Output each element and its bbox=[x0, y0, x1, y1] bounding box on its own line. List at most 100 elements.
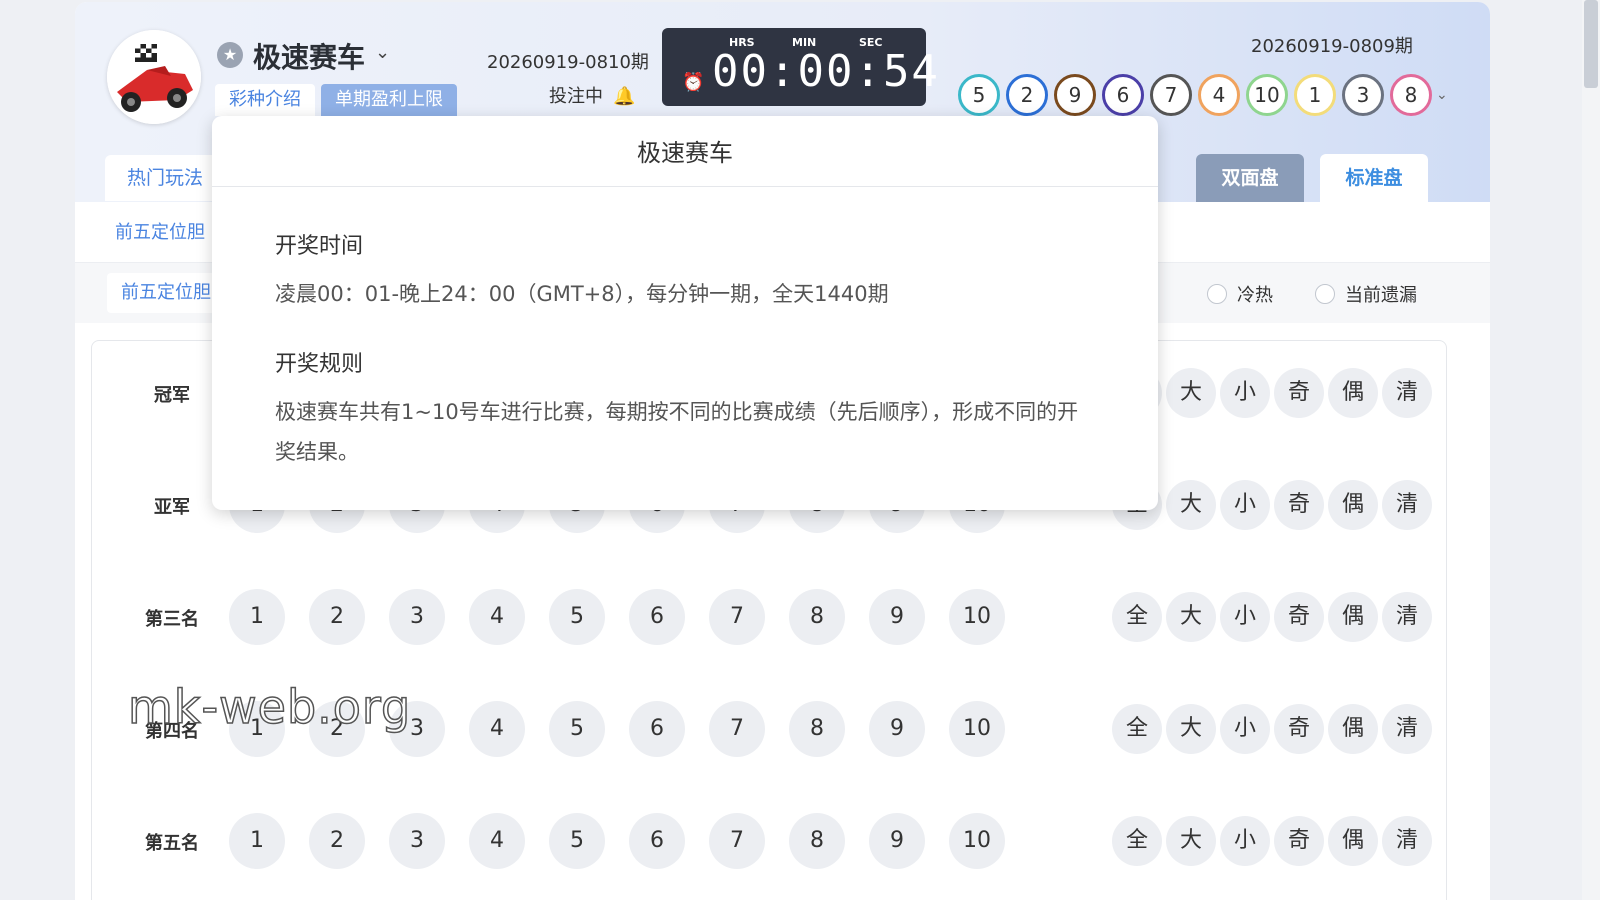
scrollbar-thumb[interactable] bbox=[1584, 0, 1598, 88]
number-ball[interactable]: 4 bbox=[469, 813, 525, 869]
popover-title: 极速赛车 bbox=[212, 116, 1158, 187]
radio-label: 冷热 bbox=[1237, 285, 1273, 306]
quick-all-button[interactable]: 全 bbox=[1112, 704, 1162, 754]
number-ball[interactable]: 7 bbox=[709, 589, 765, 645]
number-ball[interactable]: 8 bbox=[789, 701, 845, 757]
quick-all-button[interactable]: 全 bbox=[1112, 816, 1162, 866]
number-ball[interactable]: 9 bbox=[869, 589, 925, 645]
quick-even-button[interactable]: 偶 bbox=[1328, 816, 1378, 866]
row-label: 冠军 bbox=[154, 385, 190, 406]
quick-odd-button[interactable]: 奇 bbox=[1274, 480, 1324, 530]
quick-even-button[interactable]: 偶 bbox=[1328, 592, 1378, 642]
board-row: 第三名 1 2 3 4 5 6 7 8 9 10 全 大 小 奇 偶 清 bbox=[92, 587, 1446, 647]
number-ball[interactable]: 7 bbox=[709, 813, 765, 869]
mode-standard-button[interactable]: 标准盘 bbox=[1320, 154, 1428, 202]
number-ball[interactable]: 6 bbox=[629, 589, 685, 645]
quick-big-button[interactable]: 大 bbox=[1166, 704, 1216, 754]
quick-clear-button[interactable]: 清 bbox=[1382, 816, 1432, 866]
quick-big-button[interactable]: 大 bbox=[1166, 368, 1216, 418]
quick-big-button[interactable]: 大 bbox=[1166, 592, 1216, 642]
game-title: 极速赛车 bbox=[253, 41, 366, 74]
result-ball: 10 bbox=[1246, 74, 1288, 116]
countdown-timer: HRS MIN SEC ⏰ 00:00:54 bbox=[662, 28, 938, 106]
result-ball: 7 bbox=[1150, 74, 1192, 116]
number-ball[interactable]: 6 bbox=[629, 701, 685, 757]
number-ball[interactable]: 10 bbox=[949, 813, 1005, 869]
number-ball[interactable]: 4 bbox=[469, 589, 525, 645]
bell-icon: 🔔 bbox=[613, 86, 636, 107]
quick-all-button[interactable]: 全 bbox=[1112, 592, 1162, 642]
play-type-item[interactable]: 前五定位胆 bbox=[115, 218, 205, 244]
timer-value: 00:00:54 bbox=[712, 46, 940, 97]
chevron-down-icon[interactable]: ⌄ bbox=[375, 42, 390, 63]
quick-big-button[interactable]: 大 bbox=[1166, 480, 1216, 530]
quick-select: 全 大 小 奇 偶 清 bbox=[1112, 816, 1432, 866]
row-label: 第三名 bbox=[145, 609, 199, 630]
number-ball[interactable]: 1 bbox=[229, 589, 285, 645]
number-ball[interactable]: 9 bbox=[869, 813, 925, 869]
quick-select: 全 大 小 奇 偶 清 bbox=[1112, 704, 1432, 754]
quick-clear-button[interactable]: 清 bbox=[1382, 704, 1432, 754]
draw-rules-text: 极速赛车共有1~10号车进行比赛，每期按不同的比赛成绩（先后顺序），形成不同的开… bbox=[275, 400, 1079, 464]
quick-odd-button[interactable]: 奇 bbox=[1274, 592, 1324, 642]
tab-game-intro[interactable]: 彩种介绍 bbox=[215, 84, 315, 116]
number-ball[interactable]: 5 bbox=[549, 589, 605, 645]
result-ball: 6 bbox=[1102, 74, 1144, 116]
game-intro-popover: 极速赛车 开奖时间 凌晨00：01-晚上24：00（GMT+8），每分钟一期，全… bbox=[212, 116, 1158, 510]
quick-big-button[interactable]: 大 bbox=[1166, 816, 1216, 866]
quick-odd-button[interactable]: 奇 bbox=[1274, 816, 1324, 866]
number-ball[interactable]: 1 bbox=[229, 813, 285, 869]
quick-even-button[interactable]: 偶 bbox=[1328, 368, 1378, 418]
number-ball[interactable]: 6 bbox=[629, 813, 685, 869]
radio-cold-hot[interactable]: 冷热 bbox=[1207, 281, 1273, 307]
site-watermark: mk-web.org bbox=[127, 679, 412, 735]
bet-status: 投注中 🔔 bbox=[549, 82, 635, 108]
favorite-star-icon[interactable]: ★ bbox=[217, 42, 243, 68]
number-ball[interactable]: 10 bbox=[949, 701, 1005, 757]
number-ball[interactable]: 3 bbox=[389, 589, 445, 645]
page-scrollbar[interactable] bbox=[1582, 0, 1600, 900]
number-ball[interactable]: 4 bbox=[469, 701, 525, 757]
row-label: 第五名 bbox=[145, 833, 199, 854]
quick-small-button[interactable]: 小 bbox=[1220, 480, 1270, 530]
number-ball[interactable]: 3 bbox=[389, 813, 445, 869]
current-period: 20260919-0810期 bbox=[487, 52, 649, 73]
radio-circle[interactable] bbox=[1207, 284, 1227, 304]
race-car-logo bbox=[107, 30, 201, 124]
game-info-tabs: 彩种介绍 单期盈利上限 bbox=[215, 84, 457, 116]
number-ball[interactable]: 2 bbox=[309, 813, 365, 869]
results-chevron-down-icon[interactable]: ⌄ bbox=[1436, 87, 1448, 103]
draw-rules-heading: 开奖规则 bbox=[275, 352, 364, 377]
draw-time-text: 凌晨00：01-晚上24：00（GMT+8），每分钟一期，全天1440期 bbox=[275, 282, 889, 306]
number-ball[interactable]: 5 bbox=[549, 813, 605, 869]
quick-odd-button[interactable]: 奇 bbox=[1274, 704, 1324, 754]
quick-even-button[interactable]: 偶 bbox=[1328, 704, 1378, 754]
quick-small-button[interactable]: 小 bbox=[1220, 368, 1270, 418]
quick-odd-button[interactable]: 奇 bbox=[1274, 368, 1324, 418]
board-row: 第五名 1 2 3 4 5 6 7 8 9 10 全 大 小 奇 偶 清 bbox=[92, 811, 1446, 871]
quick-clear-button[interactable]: 清 bbox=[1382, 480, 1432, 530]
result-ball: 9 bbox=[1054, 74, 1096, 116]
number-ball[interactable]: 8 bbox=[789, 589, 845, 645]
number-ball[interactable]: 2 bbox=[309, 589, 365, 645]
alarm-clock-icon: ⏰ bbox=[682, 72, 705, 93]
quick-clear-button[interactable]: 清 bbox=[1382, 368, 1432, 418]
radio-missing[interactable]: 当前遗漏 bbox=[1315, 281, 1417, 307]
row-label: 亚军 bbox=[154, 497, 190, 518]
number-ball[interactable]: 7 bbox=[709, 701, 765, 757]
number-ball[interactable]: 5 bbox=[549, 701, 605, 757]
tab-profit-limit[interactable]: 单期盈利上限 bbox=[321, 84, 457, 116]
quick-clear-button[interactable]: 清 bbox=[1382, 592, 1432, 642]
number-balls: 1 2 3 4 5 6 7 8 9 10 bbox=[229, 589, 1005, 645]
quick-even-button[interactable]: 偶 bbox=[1328, 480, 1378, 530]
radio-circle[interactable] bbox=[1315, 284, 1335, 304]
result-ball: 4 bbox=[1198, 74, 1240, 116]
number-ball[interactable]: 8 bbox=[789, 813, 845, 869]
quick-small-button[interactable]: 小 bbox=[1220, 816, 1270, 866]
result-ball: 1 bbox=[1294, 74, 1336, 116]
quick-small-button[interactable]: 小 bbox=[1220, 704, 1270, 754]
quick-small-button[interactable]: 小 bbox=[1220, 592, 1270, 642]
mode-dual-button[interactable]: 双面盘 bbox=[1196, 154, 1304, 202]
number-ball[interactable]: 10 bbox=[949, 589, 1005, 645]
number-ball[interactable]: 9 bbox=[869, 701, 925, 757]
